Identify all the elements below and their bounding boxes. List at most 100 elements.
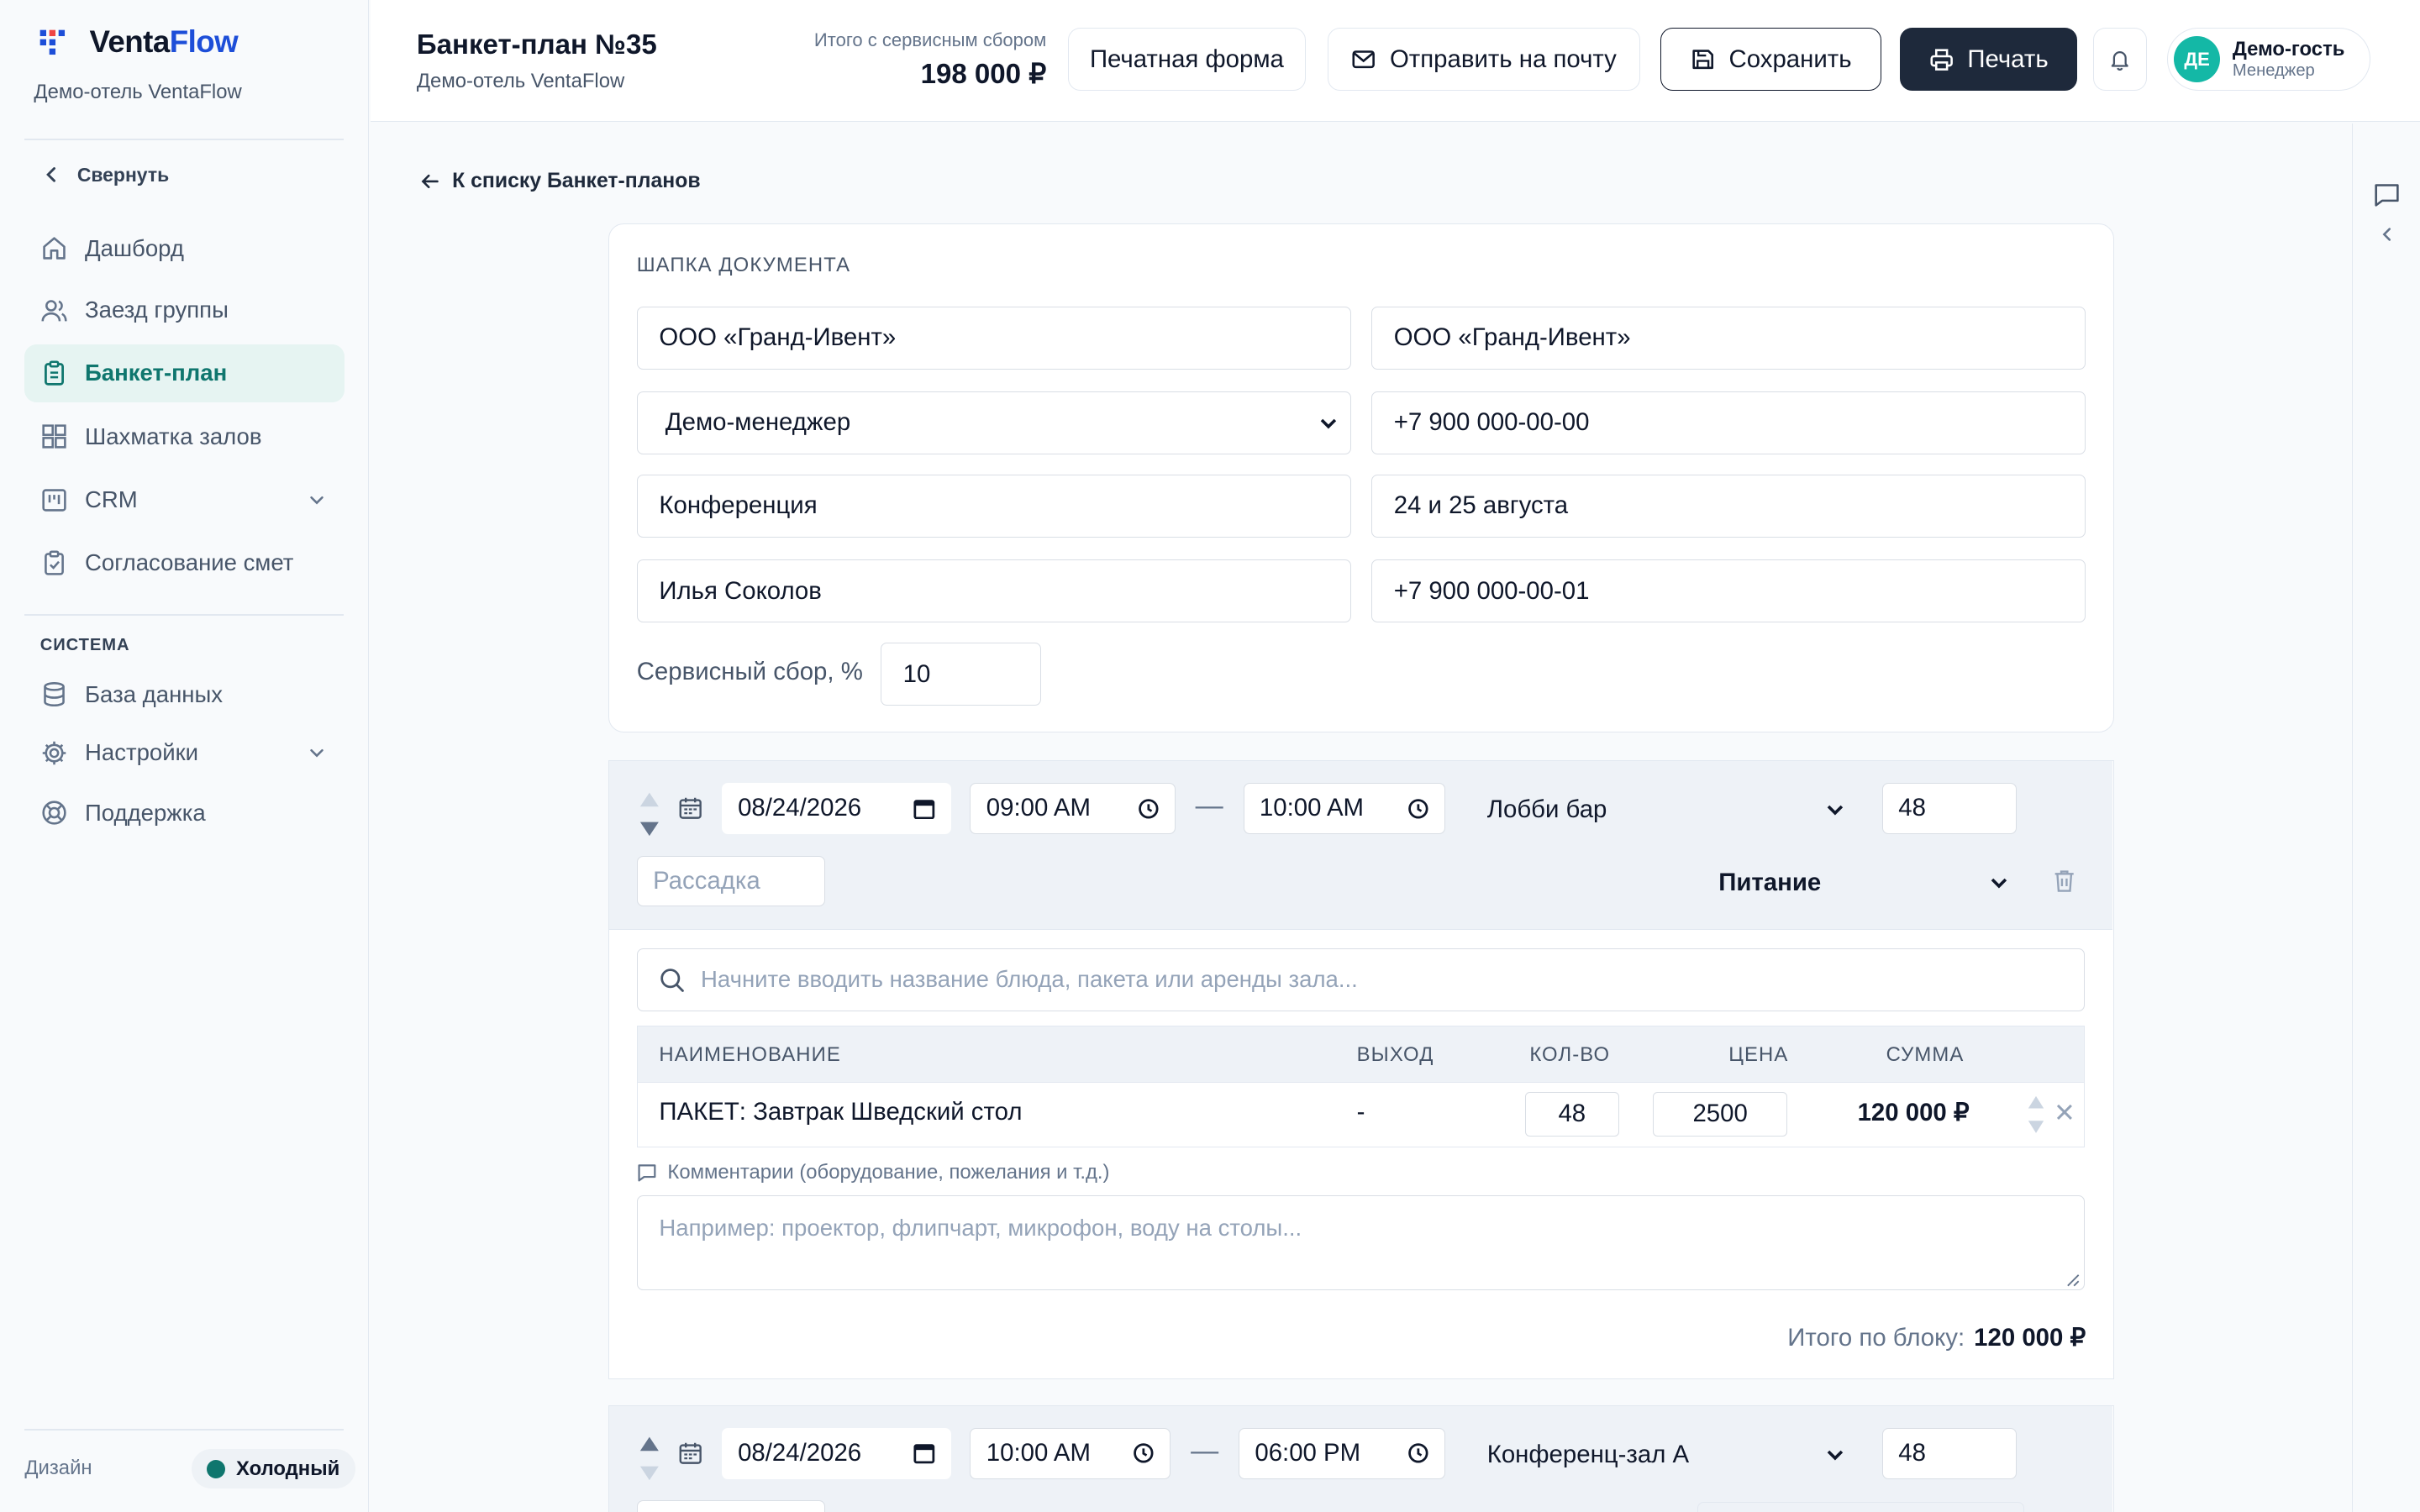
theme-switcher[interactable]: Холодный [191,1448,355,1489]
lifebuoy-icon [40,799,68,827]
service-fee-input[interactable]: 10 [880,643,1041,706]
sidebar-item-hall-chess[interactable]: Шахматка залов [24,407,344,466]
manager-select[interactable]: Демо-менеджер [636,391,1352,454]
sidebar-item-estimates[interactable]: Согласование смет [24,533,344,592]
column-sum: СУММА [1886,1042,1965,1066]
dates-field[interactable]: 24 и 25 августа [1370,474,2086,538]
sidebar-item-banquet-plan[interactable]: Банкет-план [24,344,345,403]
row-sum: 120 000 ₽ [1857,1098,1970,1126]
hotel-name: Демо-отель VentaFlow [34,80,242,103]
sidebar-item-dashboard[interactable]: Дашборд [24,219,344,278]
hall-select[interactable]: Лобби бар [1465,785,1861,836]
row-reorder-handle[interactable] [2027,1095,2045,1135]
contact-field[interactable]: Илья Соколов [636,559,1352,623]
event-type-field[interactable]: Конференция [636,474,1352,538]
column-output: ВЫХОД [1356,1042,1434,1066]
reorder-handle[interactable] [639,1434,660,1483]
sidebar-item-crm[interactable]: CRM [24,470,344,529]
sidebar-item-database[interactable]: База данных [24,665,344,724]
hall-value: Лобби бар [1486,795,1607,824]
chevron-down-icon [1989,873,2009,893]
sidebar-item-label: Настройки [84,739,199,766]
print-form-button[interactable]: Печатная форма [1067,28,1306,92]
total-label: Итого с сервисным сбором [813,29,1047,50]
users-icon [40,297,68,324]
guests-input[interactable]: 48 [1881,783,2017,834]
sidebar-item-label: Шахматка залов [84,423,262,449]
resize-handle[interactable] [2066,1273,2081,1288]
time-to-input[interactable]: 06:00 PM [1239,1427,1446,1479]
print-button[interactable]: Печать [1899,28,2078,92]
sidebar-item-group-arrival[interactable]: Заезд группы [24,281,344,339]
reorder-handle[interactable] [639,790,660,839]
category-select[interactable] [1697,1502,2024,1512]
total-value: 198 000 ₽ [920,58,1047,90]
comments-label-text: Комментарии (оборудование, пожелания и т… [667,1161,1110,1184]
date-value: 08/24/2026 [738,1439,862,1467]
logo-icon [37,27,68,58]
user-info: Демо-гость Менеджер [2233,38,2345,81]
sidebar-item-label: CRM [84,486,138,513]
event-block-header: 08/24/2026 10:00 AM — 06:00 PM Конференц… [608,1406,2112,1512]
chevron-down-icon [1318,413,1339,433]
column-price: ЦЕНА [1728,1042,1789,1066]
app-root: VentaFlow Демо-отель VentaFlow Свернуть … [0,0,2420,1512]
event-block-header: 08/24/2026 09:00 AM — 10:00 AM Лобби бар… [608,761,2112,930]
seating-input[interactable]: Рассадка [636,855,825,907]
comment-icon [637,1163,657,1183]
sidebar-item-support[interactable]: Поддержка [24,784,344,843]
close-icon[interactable] [2054,1102,2075,1122]
calendar-picker-icon [913,1442,935,1464]
calendar-icon [678,795,702,820]
grid-icon [40,423,68,450]
clock-icon [1407,1442,1429,1464]
avatar: ДЕ [2174,36,2221,83]
search-icon [659,967,685,993]
guests-input[interactable]: 48 [1881,1427,2017,1479]
sidebar-item-settings[interactable]: Настройки [24,723,344,782]
time-from-input[interactable]: 10:00 AM [970,1427,1171,1479]
send-email-button[interactable]: Отправить на почту [1327,28,1641,92]
divider [24,614,344,616]
sidebar-item-label: Дашборд [84,234,184,261]
contact-phone-field[interactable]: +7 900 000-00-01 [1370,559,2086,623]
date-input[interactable]: 08/24/2026 [721,1427,952,1479]
hall-select[interactable]: Конференц-зал А [1465,1429,1861,1481]
manager-value: Демо-менеджер [665,408,851,437]
items-table-header: НАИМЕНОВАНИЕ ВЫХОД КОЛ-ВО ЦЕНА СУММА [636,1025,2085,1083]
item-search-input[interactable]: Начните вводить название блюда, пакета и… [636,948,2085,1012]
trash-icon[interactable] [2052,868,2076,894]
save-button[interactable]: Сохранить [1660,28,1881,92]
gear-icon [40,739,68,767]
phone-field[interactable]: +7 900 000-00-00 [1370,391,2086,454]
company-right-field[interactable]: ООО «Гранд-Ивент» [1370,306,2086,370]
column-name: НАИМЕНОВАНИЕ [659,1042,841,1066]
user-menu[interactable]: ДЕ Демо-гость Менеджер [2166,28,2371,92]
row-price-input[interactable]: 2500 [1653,1091,1788,1137]
comments-textarea[interactable]: Например: проектор, флипчарт, микрофон, … [636,1194,2085,1291]
company-left-field[interactable]: ООО «Гранд-Ивент» [636,306,1352,370]
clock-icon [1407,798,1429,820]
date-value: 08/24/2026 [738,794,862,822]
comments-icon[interactable] [2373,181,2401,208]
seating-input[interactable] [636,1500,825,1512]
divider [24,139,344,141]
time-from-input[interactable]: 09:00 AM [970,783,1176,834]
notifications-button[interactable] [2092,28,2147,92]
sidebar-item-label: Согласование смет [84,549,294,576]
home-icon [40,234,68,262]
print-label: Печать [1967,45,2049,73]
time-to-input[interactable]: 10:00 AM [1243,783,1446,834]
category-select[interactable]: Питание [1697,857,2024,908]
date-input[interactable]: 08/24/2026 [721,783,952,834]
back-link[interactable]: К списку Банкет-планов [420,170,701,193]
chevron-left-icon[interactable] [2378,225,2396,244]
row-qty-input[interactable]: 48 [1524,1091,1619,1137]
sidebar-item-label: Поддержка [84,799,206,826]
calendar-picker-icon [913,798,935,820]
collapse-button[interactable]: Свернуть [40,164,169,186]
block-total-value: 120 000 ₽ [1974,1324,2086,1352]
logo[interactable]: VentaFlow [37,24,239,60]
sidebar-item-label: Банкет-план [84,360,228,386]
database-icon [40,680,68,708]
